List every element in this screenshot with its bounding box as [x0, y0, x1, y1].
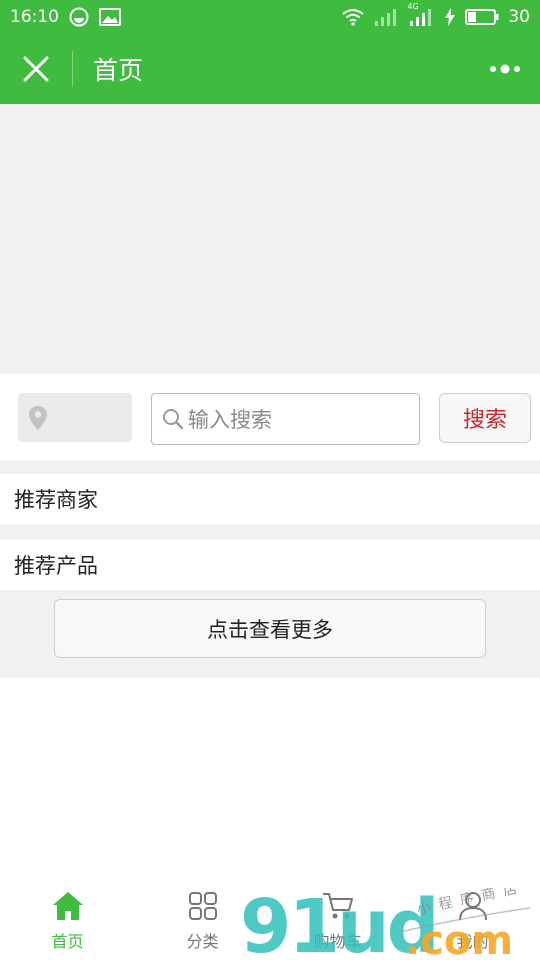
tab-profile[interactable]: 我的 — [405, 880, 540, 960]
user-icon — [455, 888, 491, 924]
category-icon — [185, 888, 221, 924]
nav-divider — [72, 51, 73, 87]
charging-icon — [444, 8, 456, 26]
battery-icon — [465, 8, 499, 26]
search-row: 输入搜索 搜索 — [0, 374, 540, 460]
image-notification-icon — [99, 8, 121, 26]
close-button[interactable] — [0, 34, 72, 104]
search-icon — [163, 409, 184, 430]
section-gap — [0, 460, 540, 474]
close-icon — [23, 56, 49, 82]
tab-category[interactable]: 分类 — [135, 880, 270, 960]
view-more-area: 点击查看更多 — [0, 590, 540, 678]
nav-bar: 首页 — [0, 34, 540, 104]
wifi-icon — [341, 8, 365, 26]
tab-label: 我的 — [456, 932, 489, 951]
status-bar: 16:10 4G 30 — [0, 0, 540, 34]
tab-label: 分类 — [186, 932, 219, 951]
view-more-button[interactable]: 点击查看更多 — [54, 599, 486, 658]
app-notification-icon — [69, 7, 89, 27]
tab-label: 首页 — [51, 932, 84, 951]
battery-level: 30 — [508, 7, 530, 27]
search-placeholder: 输入搜索 — [188, 408, 272, 432]
home-icon — [50, 888, 86, 924]
page-title: 首页 — [93, 56, 144, 85]
location-pin-icon — [29, 405, 47, 430]
signal-sim2-icon: 4G — [407, 2, 435, 26]
more-menu-button[interactable] — [470, 34, 540, 104]
tab-bar: 首页 分类 购物车 我的 — [0, 880, 540, 960]
search-input[interactable]: 输入搜索 — [151, 393, 420, 445]
more-dots-icon — [490, 64, 520, 74]
status-time: 16:10 — [10, 7, 59, 27]
tab-label: 购物车 — [313, 932, 362, 951]
cart-icon — [320, 888, 356, 924]
signal-sim1-icon — [374, 8, 400, 26]
search-button[interactable]: 搜索 — [439, 393, 531, 443]
recommended-merchants-header: 推荐商家 — [0, 474, 540, 524]
tab-home[interactable]: 首页 — [0, 880, 135, 960]
location-selector[interactable] — [18, 393, 132, 442]
tab-cart[interactable]: 购物车 — [270, 880, 405, 960]
banner-area — [0, 104, 540, 374]
recommended-products-header: 推荐产品 — [0, 540, 540, 590]
network-type-label: 4G — [407, 2, 419, 11]
section-gap — [0, 524, 540, 540]
